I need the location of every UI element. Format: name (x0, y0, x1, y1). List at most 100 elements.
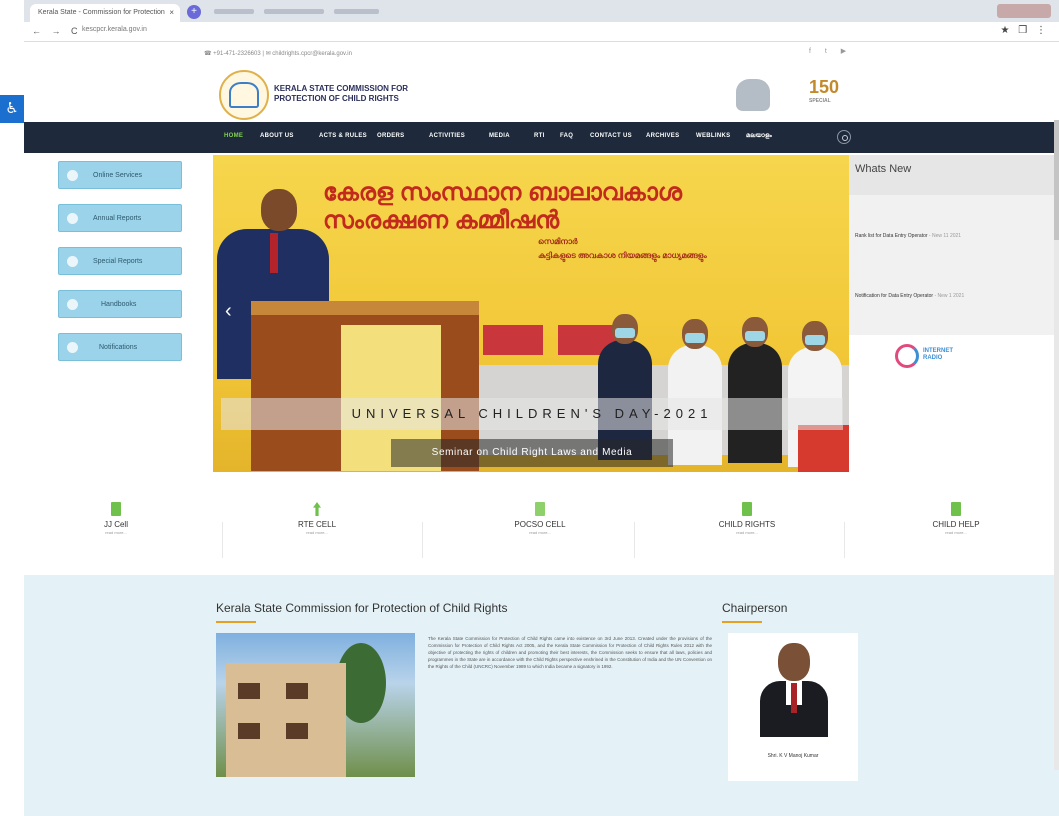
tab-placeholder (334, 9, 379, 14)
special-reports-button[interactable]: Special Reports (58, 247, 182, 275)
brand-line-1: KERALA STATE COMMISSION FOR (274, 84, 409, 93)
nav-rti[interactable]: RTI (534, 133, 545, 139)
tab-placeholder (214, 9, 254, 14)
hero-slider[interactable]: കേരള സംസ്ഥാന ബാലാവകാശ സംരക്ഷണ കമ്മീഷൻ സെ… (213, 155, 849, 472)
nav-faq[interactable]: FAQ (560, 133, 573, 139)
nav-home[interactable]: HOME (224, 133, 243, 139)
tab-close-icon[interactable]: × (169, 8, 174, 17)
commission-logo[interactable] (219, 70, 269, 120)
chairperson-card[interactable]: Shri. K V Manoj Kumar (728, 633, 858, 781)
address-bar: ← → C kescpcr.kerala.gov.in ★ ❒ ⋮ (24, 22, 1059, 42)
anniversary-emblem: 150 SPECIAL (809, 77, 843, 113)
whats-new-title: Whats New (849, 155, 1059, 195)
cell-title: POCSO CELL (514, 520, 566, 529)
document-icon (535, 502, 545, 516)
scrollbar-thumb[interactable] (1054, 120, 1059, 240)
plus-circle-icon (67, 299, 78, 310)
notifications-button[interactable]: Notifications (58, 333, 182, 361)
nav-weblinks[interactable]: WEBLINKS (696, 133, 730, 139)
about-title: Kerala State Commission for Protection o… (216, 601, 508, 615)
accessibility-icon[interactable]: ♿ (0, 95, 24, 123)
divider (634, 522, 635, 558)
guest-mask (615, 328, 635, 338)
cell-child-rights[interactable]: CHILD RIGHTS read more... (697, 502, 797, 535)
cell-title: RTE CELL (297, 520, 337, 529)
browser-tabbar: Kerala State - Commission for Protection… (24, 0, 1059, 22)
chairperson-title: Chairperson (722, 601, 788, 615)
button-label: Handbooks (101, 301, 137, 308)
site-brand[interactable]: KERALA STATE COMMISSION FOR PROTECTION O… (274, 84, 408, 104)
plus-circle-icon (67, 213, 78, 224)
whats-new-item-tag: - New 1 2021 (934, 293, 965, 299)
read-more-link[interactable]: read more... (697, 530, 797, 535)
cell-child-help[interactable]: CHILD HELP read more... (906, 502, 1006, 535)
page-scrollbar[interactable] (1054, 120, 1059, 770)
internet-radio-link[interactable]: INTERNET RADIO (895, 344, 985, 370)
divider (844, 522, 845, 558)
speaker-head (261, 189, 297, 231)
slide-caption-title: UNIVERSAL CHILDREN'S DAY-2021 (221, 398, 843, 430)
new-tab-button[interactable]: + (187, 5, 201, 19)
state-emblem (736, 79, 770, 111)
slide-caption-subtitle: Seminar on Child Right Laws and Media (391, 439, 673, 467)
plus-circle-icon (67, 256, 78, 267)
read-more-link[interactable]: read more... (906, 530, 1006, 535)
cell-pocso[interactable]: POCSO CELL read more... (490, 502, 590, 535)
browser-tab[interactable]: Kerala State - Commission for Protection… (30, 4, 180, 22)
window (286, 723, 308, 739)
online-services-button[interactable]: Online Services (58, 161, 182, 189)
annual-reports-button[interactable]: Annual Reports (58, 204, 182, 232)
house (226, 663, 346, 777)
radio-label-2: RADIO (923, 355, 943, 361)
nav-activities[interactable]: ACTIVITIES (429, 133, 465, 139)
nav-archives[interactable]: ARCHIVES (646, 133, 679, 139)
browser-extensions[interactable]: ★ ❒ ⋮ (1001, 25, 1050, 36)
tab-title: Kerala State - Commission for Protection (38, 9, 165, 16)
page: ☎ +91-471-2326603 | ✉ childrights.cpcr@k… (0, 42, 1059, 816)
whats-new-list: Rank list for Data Entry Operator - New … (849, 195, 1059, 335)
divider (422, 522, 423, 558)
banner-sub-2: കുട്ടികളുടെ അവകാശ നിയമങ്ങളും മാധ്യമങ്ങളു… (538, 251, 707, 260)
url-field[interactable]: kescpcr.kerala.gov.in (82, 26, 147, 33)
cell-jj[interactable]: JJ Cell read more... (66, 502, 166, 535)
read-more-link[interactable]: read more... (66, 530, 166, 535)
read-more-link[interactable]: read more... (267, 530, 367, 535)
window-controls[interactable] (997, 4, 1051, 18)
title-underline (216, 621, 256, 623)
read-more-link[interactable]: read more... (490, 530, 590, 535)
whats-new-item[interactable]: Rank list for Data Entry Operator - New … (855, 233, 961, 239)
flower-arrangement (798, 425, 849, 472)
main-navbar: HOME ABOUT US ACTS & RULES ORDERS ACTIVI… (24, 122, 1059, 153)
cell-rte[interactable]: RTE CELL read more... (267, 502, 367, 535)
browser-nav-buttons[interactable]: ← → C (32, 26, 82, 36)
radio-label-1: INTERNET (923, 348, 953, 354)
tab-placeholder (264, 9, 324, 14)
nav-contact-us[interactable]: CONTACT US (590, 133, 632, 139)
nav-malayalam[interactable]: മലയാളം (746, 133, 772, 140)
whats-new-item[interactable]: Notification for Data Entry Operator - N… (855, 293, 964, 299)
photo-head (778, 643, 810, 681)
nav-orders[interactable]: ORDERS (377, 133, 404, 139)
guest-mask (745, 331, 765, 341)
logo-mark (229, 82, 259, 108)
banner-sub-1: സെമിനാർ (538, 237, 578, 246)
emblem-sub: SPECIAL (809, 98, 831, 104)
cell-title: JJ Cell (103, 520, 128, 529)
handbooks-button[interactable]: Handbooks (58, 290, 182, 318)
phone-icon (111, 502, 121, 516)
search-icon[interactable] (837, 130, 851, 144)
arrow-up-icon (313, 502, 321, 516)
slider-prev-icon[interactable]: ‹ (225, 300, 232, 323)
social-links[interactable]: f t ▶ (809, 47, 852, 55)
nav-acts-rules[interactable]: ACTS & RULES (319, 133, 367, 139)
nav-about-us[interactable]: ABOUT US (260, 133, 294, 139)
button-label: Online Services (93, 172, 143, 179)
cell-title: CHILD HELP (932, 520, 980, 529)
nav-media[interactable]: MEDIA (489, 133, 510, 139)
plus-circle-icon (67, 170, 78, 181)
book-icon (742, 502, 752, 516)
whats-new-item-tag: - New 11 2021 (928, 233, 962, 239)
window (238, 723, 260, 739)
plus-circle-icon (67, 342, 78, 353)
speaker-tie (270, 233, 278, 273)
